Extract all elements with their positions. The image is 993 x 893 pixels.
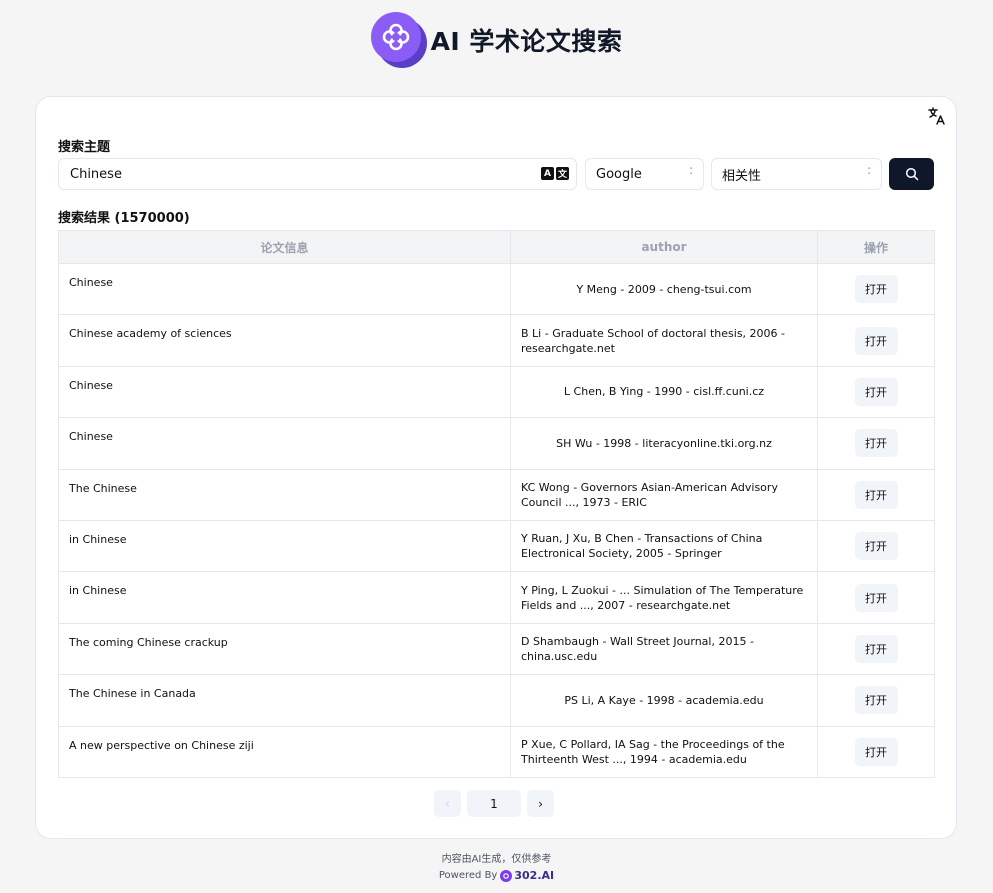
next-page-button[interactable]: › bbox=[527, 790, 554, 817]
footer: 内容由AI生成，仅供参考 Powered By 302.AI bbox=[0, 852, 993, 884]
letter-a-icon: A bbox=[541, 167, 554, 180]
open-button[interactable]: 打开 bbox=[854, 583, 898, 612]
ai-disclaimer: 内容由AI生成，仅供参考 bbox=[441, 854, 552, 865]
open-button[interactable]: 打开 bbox=[854, 737, 898, 766]
paper-author: P Xue, C Pollard, IA Sag - the Proceedin… bbox=[510, 725, 818, 778]
paper-author: L Chen, B Ying - 1990 - cisl.ff.cuni.cz bbox=[510, 365, 818, 419]
paper-title: in Chinese bbox=[58, 571, 511, 624]
actions-cell: 打开 bbox=[817, 571, 935, 624]
search-input[interactable] bbox=[58, 158, 577, 190]
open-button[interactable]: 打开 bbox=[854, 480, 898, 509]
actions-cell: 打开 bbox=[817, 468, 935, 521]
page-number-button[interactable]: 1 bbox=[467, 790, 521, 817]
search-card: 搜索主题 A 文 Google ˄˅ 相关性 ˄˅ 搜索结果 (1570000)… bbox=[35, 96, 957, 839]
paper-title: The Chinese in Canada bbox=[58, 674, 511, 727]
paper-author: KC Wong - Governors Asian-American Advis… bbox=[510, 468, 818, 521]
paper-title: Chinese bbox=[58, 417, 511, 470]
column-header-actions: 操作 bbox=[817, 230, 935, 264]
topic-label: 搜索主题 bbox=[58, 140, 111, 155]
actions-cell: 打开 bbox=[817, 262, 935, 316]
paper-author: Y Ruan, J Xu, B Chen - Transactions of C… bbox=[510, 519, 818, 573]
actions-cell: 打开 bbox=[817, 519, 935, 573]
actions-cell: 打开 bbox=[817, 725, 935, 778]
table-row: in Chinese Y Ping, L Zuokui - ... Simulat… bbox=[58, 571, 935, 624]
open-button[interactable]: 打开 bbox=[854, 326, 898, 355]
results-table: 论文信息 author 操作 Chinese Y Meng - 2009 - ch… bbox=[58, 230, 935, 778]
search-button[interactable] bbox=[889, 158, 934, 190]
language-toggle-button[interactable] bbox=[926, 105, 948, 127]
chevron-updown-icon: ˄ ˅ bbox=[867, 167, 872, 180]
open-button[interactable]: 打开 bbox=[854, 686, 898, 715]
paper-title: The coming Chinese crackup bbox=[58, 622, 511, 676]
input-translate-icons[interactable]: A 文 bbox=[541, 167, 569, 180]
table-row: Chinese SH Wu - 1998 - literacyonline.tki… bbox=[58, 417, 935, 470]
table-row: The Chinese KC Wong - Governors Asian-Ame… bbox=[58, 468, 935, 521]
translate-icon bbox=[928, 107, 945, 125]
paper-title: Chinese bbox=[58, 365, 511, 419]
paper-author: Y Ping, L Zuokui - ... Simulation of The… bbox=[510, 571, 818, 624]
actions-cell: 打开 bbox=[817, 674, 935, 727]
app-title: AI 学术论文搜索 bbox=[430, 27, 623, 56]
paper-title: in Chinese bbox=[58, 519, 511, 573]
paper-author: D Shambaugh - Wall Street Journal, 2015 … bbox=[510, 622, 818, 676]
table-row: in Chinese Y Ruan, J Xu, B Chen - Transac… bbox=[58, 519, 935, 573]
paper-author: Y Meng - 2009 - cheng-tsui.com bbox=[510, 262, 818, 316]
engine-select[interactable]: Google ˄ ˅ bbox=[585, 158, 704, 190]
paper-author: SH Wu - 1998 - literacyonline.tki.org.nz bbox=[510, 417, 818, 470]
actions-cell: 打开 bbox=[817, 417, 935, 470]
brand-link[interactable]: 302.AI bbox=[500, 868, 554, 884]
open-button[interactable]: 打开 bbox=[854, 275, 898, 304]
sort-select-value: 相关性 bbox=[722, 168, 762, 184]
open-button[interactable]: 打开 bbox=[854, 377, 898, 406]
paper-title: Chinese academy of sciences bbox=[58, 314, 511, 367]
column-header-author: author bbox=[510, 230, 818, 264]
brand-name: 302.AI bbox=[514, 869, 555, 882]
results-count-label: 搜索结果 (1570000) bbox=[58, 211, 190, 226]
paper-author: B Li - Graduate School of doctoral thesi… bbox=[510, 314, 818, 367]
paper-author: PS Li, A Kaye - 1998 - academia.edu bbox=[510, 674, 818, 727]
powered-by-label: Powered By bbox=[438, 870, 498, 881]
search-icon bbox=[905, 167, 918, 181]
open-button[interactable]: 打开 bbox=[854, 429, 898, 458]
actions-cell: 打开 bbox=[817, 314, 935, 367]
open-button[interactable]: 打开 bbox=[854, 532, 898, 561]
table-row: Chinese L Chen, B Ying - 1990 - cisl.ff.c… bbox=[58, 365, 935, 419]
brand-logo-icon bbox=[500, 870, 513, 882]
paper-title: A new perspective on Chinese ziji bbox=[58, 725, 511, 778]
powered-by: Powered By 302.AI bbox=[439, 868, 554, 884]
pagination: ‹ 1 › bbox=[434, 790, 554, 817]
actions-cell: 打开 bbox=[817, 622, 935, 676]
column-header-paper-info: 论文信息 bbox=[58, 230, 511, 264]
open-button[interactable]: 打开 bbox=[854, 634, 898, 663]
actions-cell: 打开 bbox=[817, 365, 935, 419]
table-row: Chinese Y Meng - 2009 - cheng-tsui.com 打开 bbox=[58, 262, 935, 316]
sort-select[interactable]: 相关性 ˄ ˅ bbox=[711, 158, 882, 190]
table-row: The Chinese in Canada PS Li, A Kaye - 199… bbox=[58, 674, 935, 727]
engine-select-value: Google bbox=[596, 166, 642, 182]
table-row: A new perspective on Chinese ziji P Xue, … bbox=[58, 725, 935, 778]
app-logo bbox=[370, 12, 427, 68]
clover-icon bbox=[382, 23, 409, 51]
paper-title: The Chinese bbox=[58, 468, 511, 521]
prev-page-button[interactable]: ‹ bbox=[434, 790, 461, 817]
chinese-char-icon: 文 bbox=[556, 167, 569, 180]
paper-title: Chinese bbox=[58, 262, 511, 316]
table-row: Chinese academy of sciences B Li - Gradua… bbox=[58, 314, 935, 367]
table-row: The coming Chinese crackup D Shambaugh - … bbox=[58, 622, 935, 676]
app-header: AI 学术论文搜索 bbox=[0, 12, 993, 68]
chevron-updown-icon: ˄ ˅ bbox=[689, 167, 694, 180]
